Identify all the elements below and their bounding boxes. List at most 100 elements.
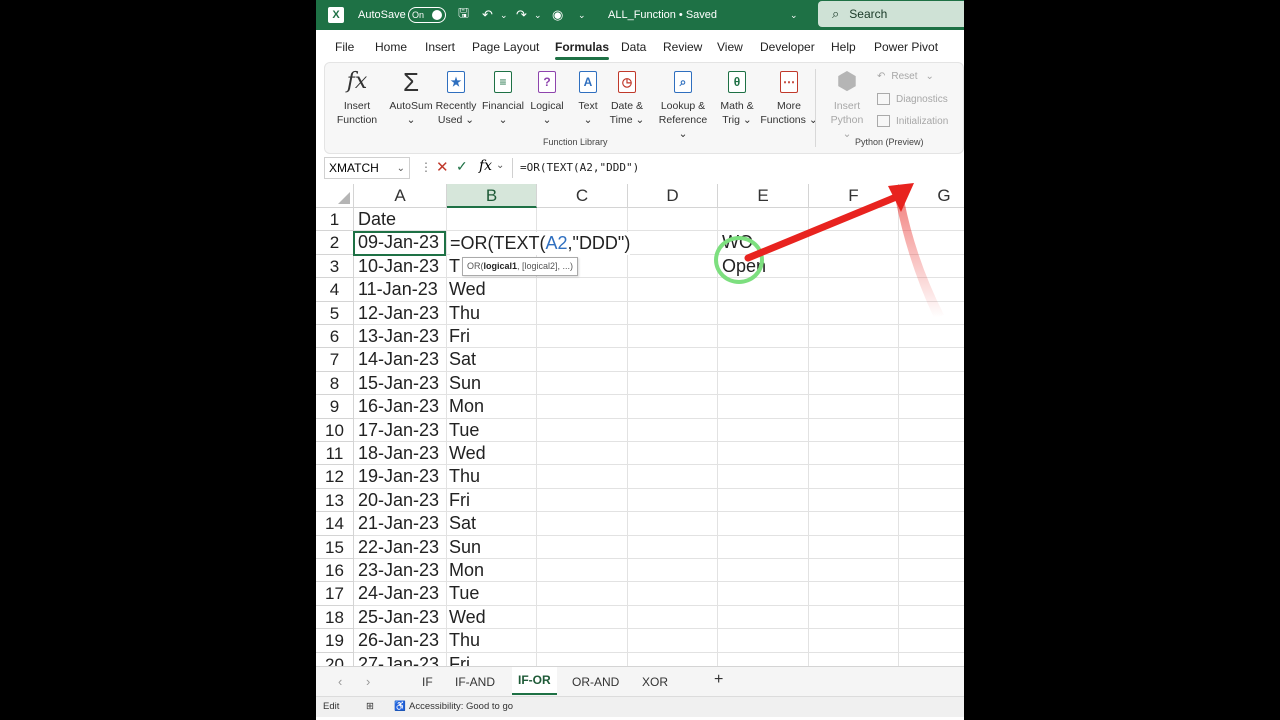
initialization-button[interactable]: Initialization <box>877 115 948 127</box>
sheet-tab-if-or[interactable]: IF-OR <box>512 667 557 695</box>
row-header[interactable]: 9 <box>316 395 354 419</box>
cell-b[interactable]: Mon <box>449 559 484 582</box>
redo-icon[interactable]: ↷ <box>516 0 527 30</box>
cell-a[interactable]: 13-Jan-23 <box>358 325 439 348</box>
previous-sheet-icon[interactable]: ‹ <box>338 674 342 689</box>
sheet-tab-or-and[interactable]: OR-AND <box>572 675 619 689</box>
recently-used-button[interactable]: ★ Recently Used ⌄ <box>433 67 479 127</box>
cell-b[interactable]: Sun <box>449 372 481 395</box>
formula-input[interactable]: =OR(TEXT(A2,"DDD") <box>520 161 639 174</box>
row-header[interactable]: 15 <box>316 535 354 559</box>
cell-a[interactable]: 22-Jan-23 <box>358 536 439 559</box>
more-functions-button[interactable]: ⋯ More Functions ⌄ <box>759 67 819 127</box>
row-header[interactable]: 11 <box>316 442 354 466</box>
in-cell-formula[interactable]: =OR(TEXT(A2,"DDD") <box>450 232 631 255</box>
insert-python-button[interactable]: ⬢ Insert Python ⌄ <box>825 67 869 141</box>
row-header[interactable]: 2 <box>316 231 354 255</box>
column-header-e[interactable]: E <box>718 184 809 208</box>
diagnostics-button[interactable]: Diagnostics <box>877 93 948 105</box>
tab-insert[interactable]: Insert <box>425 40 455 54</box>
tab-formulas[interactable]: Formulas <box>555 40 610 60</box>
cell-b[interactable]: Fri <box>449 325 470 348</box>
row-header[interactable]: 12 <box>316 465 354 489</box>
autosum-button[interactable]: Σ AutoSum ⌄ <box>387 67 435 127</box>
tab-view[interactable]: View <box>717 40 743 54</box>
title-dropdown-icon[interactable]: ⌄ <box>790 0 798 30</box>
cell-a[interactable]: 12-Jan-23 <box>358 302 439 325</box>
cell-a[interactable]: 10-Jan-23 <box>358 255 439 278</box>
cell-b[interactable]: Fri <box>449 653 470 666</box>
add-sheet-icon[interactable]: + <box>714 671 723 689</box>
row-header[interactable]: 16 <box>316 559 354 583</box>
column-header-c[interactable]: C <box>537 184 628 208</box>
row-header[interactable]: 10 <box>316 418 354 442</box>
insert-function-icon[interactable]: fx <box>479 158 492 174</box>
undo-icon[interactable]: ↶ <box>482 0 493 30</box>
macro-record-icon[interactable]: ⊞ <box>366 701 374 712</box>
column-header-a[interactable]: A <box>354 184 447 208</box>
column-header-g[interactable]: G <box>899 184 964 208</box>
cell-b[interactable]: Mon <box>449 395 484 418</box>
reset-button[interactable]: ↶ Reset ⌄ <box>877 71 934 82</box>
row-header[interactable]: 13 <box>316 488 354 513</box>
row-header[interactable]: 4 <box>316 278 354 302</box>
tab-page-layout[interactable]: Page Layout <box>472 40 539 54</box>
tab-review[interactable]: Review <box>663 40 702 54</box>
date-time-button[interactable]: ◷ Date & Time ⌄ <box>605 67 649 127</box>
customize-toolbar-icon[interactable]: ⌄ <box>578 0 586 30</box>
cell-a[interactable]: 11-Jan-23 <box>358 278 438 301</box>
row-header[interactable]: 19 <box>316 629 354 653</box>
cell-b[interactable]: Sat <box>449 512 476 535</box>
save-icon[interactable]: 🖫 <box>458 0 469 30</box>
cancel-icon[interactable]: ✕ <box>436 158 449 176</box>
text-button[interactable]: A Text ⌄ <box>573 67 603 127</box>
row-header[interactable]: 7 <box>316 348 354 372</box>
cell-a[interactable]: 15-Jan-23 <box>358 372 439 395</box>
cell-a[interactable]: 19-Jan-23 <box>358 465 439 488</box>
column-header-b[interactable]: B <box>447 184 537 208</box>
select-all-button[interactable] <box>316 184 354 208</box>
tab-home[interactable]: Home <box>375 40 407 54</box>
cell-b[interactable]: Wed <box>449 442 486 465</box>
tab-data[interactable]: Data <box>621 40 646 54</box>
cell-a[interactable]: 18-Jan-23 <box>358 442 439 465</box>
cell-a[interactable]: Date <box>358 208 396 231</box>
cell-a[interactable]: 21-Jan-23 <box>358 512 439 535</box>
cell-a[interactable]: 24-Jan-23 <box>358 582 439 605</box>
cell-b[interactable]: Tue <box>449 419 479 442</box>
row-header[interactable]: 17 <box>316 582 354 606</box>
undo-dropdown-icon[interactable]: ⌄ <box>500 0 508 30</box>
cell-a[interactable]: 16-Jan-23 <box>358 395 439 418</box>
name-box[interactable]: XMATCH ⌄ <box>324 157 410 179</box>
column-header-f[interactable]: F <box>809 184 899 208</box>
row-header[interactable]: 6 <box>316 325 354 349</box>
cell-b[interactable]: Thu <box>449 465 480 488</box>
sheet-tab-xor[interactable]: XOR <box>642 675 668 689</box>
cell-b[interactable]: Thu <box>449 629 480 652</box>
search-box[interactable]: ⌕ Search <box>818 1 964 27</box>
insert-function-button[interactable]: fx Insert Function <box>331 67 383 127</box>
cell-a[interactable]: 26-Jan-23 <box>358 629 439 652</box>
cell-b[interactable]: Wed <box>449 278 486 301</box>
row-header[interactable]: 8 <box>316 371 354 396</box>
formula-bar-handle-icon[interactable]: ⋮ <box>420 160 432 174</box>
cell-b[interactable]: Sun <box>449 536 481 559</box>
fx-dropdown-icon[interactable]: ⌄ <box>496 160 504 171</box>
row-header[interactable]: 14 <box>316 512 354 536</box>
sheet-tab-if[interactable]: IF <box>422 675 433 689</box>
cell-a[interactable]: 23-Jan-23 <box>358 559 439 582</box>
math-trig-button[interactable]: θ Math & Trig ⌄ <box>715 67 759 127</box>
touch-mode-icon[interactable]: ◉ <box>552 0 563 30</box>
function-argument-tooltip[interactable]: OR(logical1, [logical2], ...) <box>462 257 579 276</box>
cell-b[interactable]: Thu <box>449 302 480 325</box>
cell-a[interactable]: 14-Jan-23 <box>358 348 439 371</box>
accessibility-status[interactable]: Accessibility: Good to go <box>409 701 513 712</box>
cell-b[interactable]: Sat <box>449 348 476 371</box>
autosave-toggle[interactable]: On <box>408 0 446 30</box>
tab-power-pivot[interactable]: Power Pivot <box>874 40 938 54</box>
accessibility-icon[interactable]: ♿ <box>394 701 406 712</box>
cell-a[interactable]: 20-Jan-23 <box>358 489 439 512</box>
cell-a[interactable]: 25-Jan-23 <box>358 606 439 629</box>
cell-b[interactable]: Wed <box>449 606 486 629</box>
spreadsheet-grid[interactable]: A B C D E F G 1 Date 2 09-Jan-23 3 10-Jan-23 T 4 11-Jan… <box>316 184 964 666</box>
